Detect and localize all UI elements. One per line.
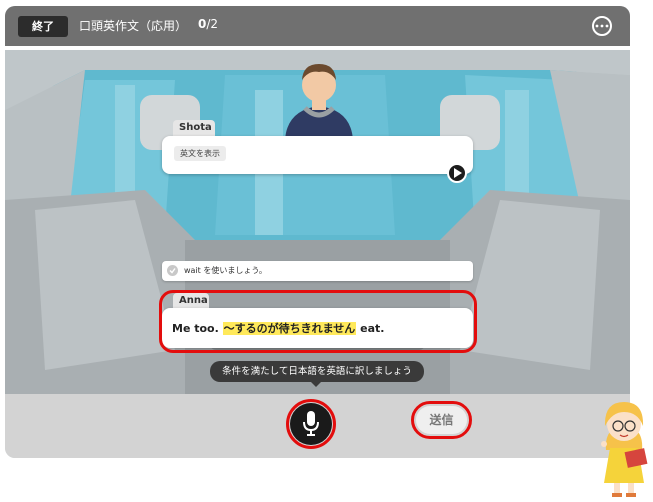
lesson-stage: 終了 口頭英作文（応用） 0/2 Shota 英文を表示 wait を使いましょ… xyxy=(5,6,630,458)
progress-total: /2 xyxy=(206,17,219,31)
header-bar: 終了 口頭英作文（応用） 0/2 xyxy=(5,6,630,46)
play-audio-button[interactable] xyxy=(447,163,467,183)
end-button[interactable]: 終了 xyxy=(18,16,68,37)
microphone-icon xyxy=(303,411,319,436)
progress-counter: 0/2 xyxy=(198,17,218,31)
show-english-button[interactable]: 英文を表示 xyxy=(174,146,226,161)
send-button[interactable]: 送信 xyxy=(416,406,467,434)
shota-speech-bubble: 英文を表示 xyxy=(162,136,473,174)
tooltip-arrow xyxy=(311,382,321,387)
instruction-tooltip: 条件を満たして日本語を英語に訳しましょう xyxy=(210,361,424,382)
answer-highlight-ring xyxy=(159,290,477,353)
microphone-button[interactable] xyxy=(290,403,332,445)
play-icon xyxy=(454,168,462,178)
speaker-name-shota: Shota xyxy=(173,120,215,136)
mascot-character xyxy=(601,402,648,497)
lesson-title: 口頭英作文（応用） xyxy=(79,19,188,33)
hint-box: wait を使いましょう。 xyxy=(162,261,473,281)
more-dots-icon xyxy=(595,24,609,28)
hint-text: wait を使いましょう。 xyxy=(184,266,267,275)
check-icon xyxy=(167,265,178,276)
more-menu-button[interactable] xyxy=(592,16,612,36)
